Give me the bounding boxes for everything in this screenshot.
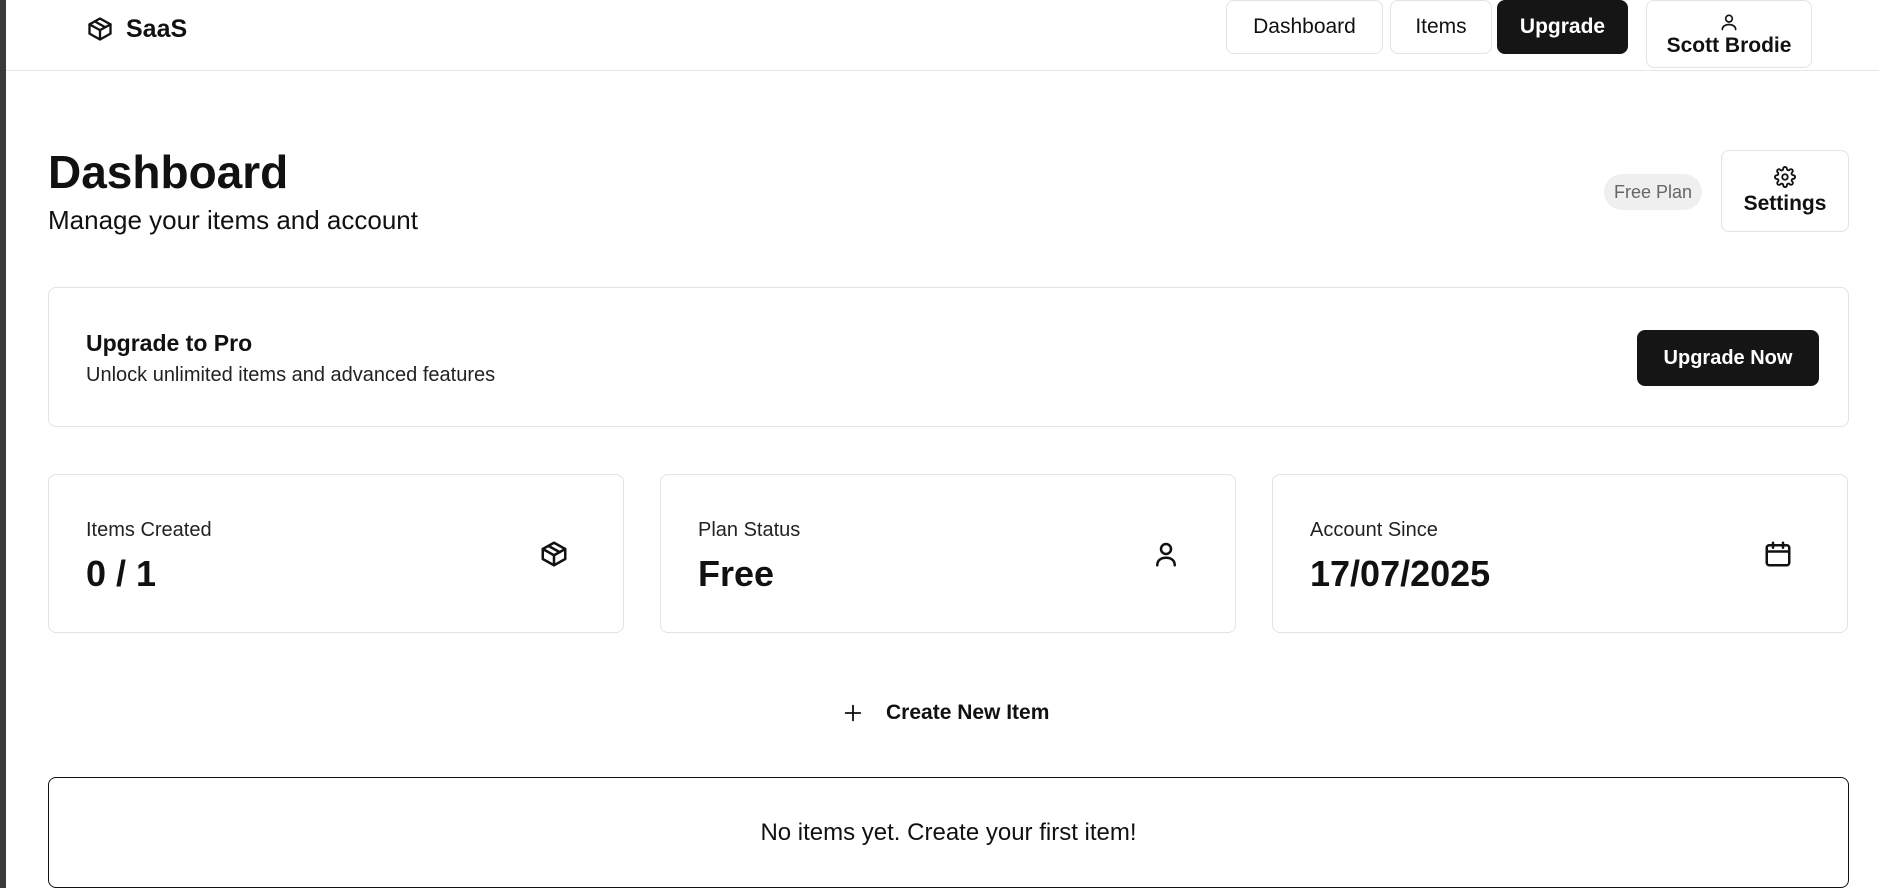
stat-card-plan-status: Plan Status Free (660, 474, 1236, 633)
user-icon (1151, 539, 1181, 569)
page-subtitle: Manage your items and account (48, 205, 418, 235)
upgrade-now-button[interactable]: Upgrade Now (1637, 330, 1819, 386)
nav-items-button[interactable]: Items (1390, 0, 1492, 54)
create-new-item-button[interactable]: Create New Item (842, 694, 1062, 732)
plan-badge: Free Plan (1604, 174, 1702, 210)
settings-button[interactable]: Settings (1721, 150, 1849, 232)
upgrade-card-title: Upgrade to Pro (86, 330, 253, 356)
create-new-item-label: Create New Item (886, 701, 1050, 724)
nav-dashboard-button[interactable]: Dashboard (1226, 0, 1383, 54)
gear-icon (1774, 166, 1796, 188)
stat-card-items-created: Items Created 0 / 1 (48, 474, 624, 633)
stat-value: 0 / 1 (86, 553, 157, 594)
nav-upgrade-button[interactable]: Upgrade (1497, 0, 1628, 54)
top-navbar: SaaS Dashboard Items Upgrade Scott Brodi… (6, 0, 1879, 71)
dashboard-page: SaaS Dashboard Items Upgrade Scott Brodi… (6, 0, 1879, 888)
package-icon (539, 539, 569, 569)
user-name: Scott Brodie (1666, 33, 1792, 57)
calendar-icon (1763, 539, 1793, 569)
package-icon (86, 15, 114, 43)
empty-items-state: No items yet. Create your first item! (48, 777, 1849, 888)
stat-value: 17/07/2025 (1310, 553, 1491, 594)
upgrade-card: Upgrade to Pro Unlock unlimited items an… (48, 287, 1849, 427)
stat-label: Items Created (86, 519, 212, 541)
user-menu-button[interactable]: Scott Brodie (1646, 0, 1812, 68)
stat-value: Free (698, 553, 775, 594)
settings-label: Settings (1743, 192, 1827, 215)
brand-name: SaaS (126, 14, 188, 43)
user-icon (1719, 12, 1739, 32)
stat-label: Plan Status (698, 519, 801, 541)
brand-logo[interactable]: SaaS (86, 12, 187, 46)
upgrade-card-description: Unlock unlimited items and advanced feat… (86, 364, 496, 386)
empty-state-message: No items yet. Create your first item! (760, 818, 1137, 846)
stat-card-account-since: Account Since 17/07/2025 (1272, 474, 1848, 633)
stat-label: Account Since (1310, 519, 1438, 541)
plus-icon (842, 702, 864, 724)
page-title: Dashboard (48, 146, 289, 198)
